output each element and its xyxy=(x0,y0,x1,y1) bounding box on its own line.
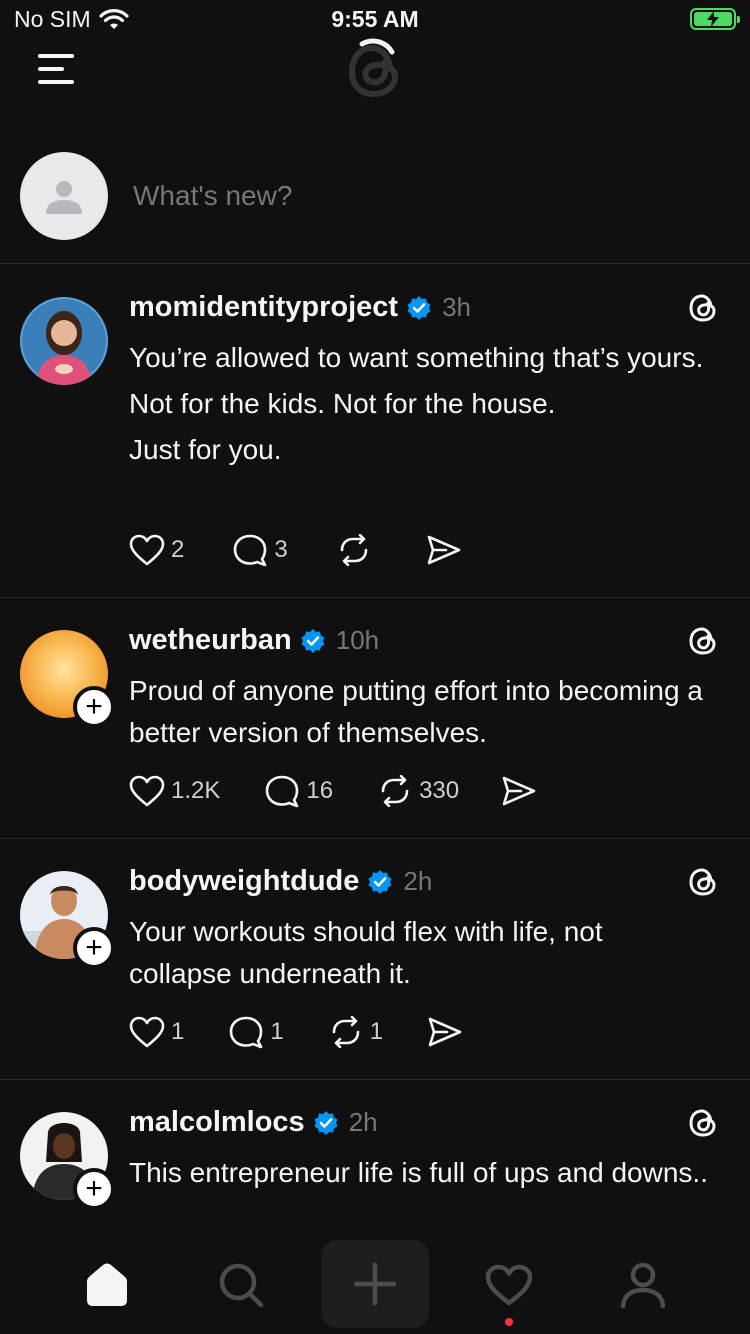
reply-count: 3 xyxy=(274,536,288,563)
like-button[interactable]: 2 xyxy=(129,534,184,566)
post-time: 2h xyxy=(348,1107,378,1137)
menu-button[interactable] xyxy=(38,52,74,86)
follow-button[interactable]: + xyxy=(73,1168,115,1210)
post-body: Your workouts should flex with life, not… xyxy=(129,911,709,999)
share-button[interactable] xyxy=(426,534,462,566)
post-item[interactable]: + wetheurban 10h Proud of anyone putting… xyxy=(0,598,750,839)
post-username[interactable]: malcolmlocs xyxy=(129,1106,305,1139)
post-text-line: Just for you. xyxy=(129,434,282,465)
repost-icon xyxy=(340,534,368,566)
search-icon xyxy=(219,1263,264,1308)
top-nav xyxy=(0,38,750,110)
verified-badge-icon xyxy=(407,295,431,320)
send-icon xyxy=(427,535,461,565)
share-button[interactable] xyxy=(501,775,537,807)
like-count: 1.2K xyxy=(171,777,221,804)
comment-icon xyxy=(234,534,267,567)
heart-icon xyxy=(129,1016,165,1048)
profile-icon xyxy=(620,1262,666,1309)
post-text-line: Proud of anyone putting effort into beco… xyxy=(129,675,703,748)
repost-button[interactable]: 330 xyxy=(377,775,459,807)
comment-icon xyxy=(230,1016,263,1049)
post-header: malcolmlocs 2h xyxy=(129,1106,378,1139)
verified-badge-icon xyxy=(301,628,325,653)
like-count: 1 xyxy=(171,1018,185,1045)
threads-icon[interactable] xyxy=(686,291,720,325)
repost-button[interactable]: 1 xyxy=(328,1016,383,1048)
heart-icon xyxy=(129,775,165,807)
post-time: 3h xyxy=(442,292,472,322)
post-text-line: Your workouts should flex with life, not… xyxy=(129,916,603,989)
like-button[interactable]: 1 xyxy=(129,1016,184,1048)
battery-icon xyxy=(690,8,740,30)
home-icon xyxy=(87,1263,127,1306)
post-body: Proud of anyone putting effort into beco… xyxy=(129,670,709,758)
repost-icon xyxy=(381,775,409,807)
plus-icon xyxy=(354,1263,396,1305)
post-header: bodyweightdude 2h xyxy=(129,865,432,898)
reply-button[interactable]: 1 xyxy=(228,1015,284,1049)
post-username[interactable]: bodyweightdude xyxy=(129,865,359,898)
like-button[interactable]: 1.2K xyxy=(129,775,220,807)
composer-placeholder[interactable]: What's new? xyxy=(133,180,292,212)
tab-profile[interactable] xyxy=(588,1240,698,1330)
post-body: This entrepreneur life is full of ups an… xyxy=(129,1152,709,1198)
share-button[interactable] xyxy=(427,1016,463,1048)
tab-create[interactable] xyxy=(321,1240,429,1328)
notification-dot xyxy=(505,1318,513,1326)
follow-button[interactable]: + xyxy=(73,686,115,728)
like-count: 2 xyxy=(171,536,185,563)
user-placeholder-icon xyxy=(46,181,82,214)
reply-count: 1 xyxy=(270,1018,284,1045)
post-text-line: You’re allowed to want something that’s … xyxy=(129,342,704,373)
reply-button[interactable]: 3 xyxy=(232,533,288,567)
tab-home[interactable] xyxy=(52,1240,162,1330)
status-time: 9:55 AM xyxy=(331,6,419,32)
post-actions: 1.2K 16 330 xyxy=(129,774,537,808)
post-actions: 1 1 1 xyxy=(129,1015,463,1049)
verified-badge-icon xyxy=(368,869,392,894)
composer[interactable]: What's new? xyxy=(0,150,750,264)
post-item[interactable]: + malcolmlocs 2h This entrepreneur life … xyxy=(0,1080,750,1240)
tab-activity[interactable] xyxy=(454,1240,564,1330)
reply-button[interactable]: 16 xyxy=(264,774,333,808)
threads-icon[interactable] xyxy=(686,865,720,899)
avatar[interactable] xyxy=(20,152,108,240)
post-item[interactable]: + bodyweightdude 2h Your workouts should… xyxy=(0,839,750,1080)
post-username[interactable]: wetheurban xyxy=(129,624,292,657)
send-icon xyxy=(502,776,536,806)
send-icon xyxy=(428,1017,462,1047)
repost-count: 1 xyxy=(369,1018,384,1045)
post-body: You’re allowed to want something that’s … xyxy=(129,337,709,475)
post-time: 2h xyxy=(403,866,433,896)
follow-button[interactable]: + xyxy=(73,927,115,969)
tab-bar xyxy=(0,1240,750,1334)
repost-count: 330 xyxy=(419,777,460,804)
post-time: 10h xyxy=(335,625,380,655)
post-text-line: Not for the kids. Not for the house. xyxy=(129,388,556,419)
heart-icon xyxy=(485,1264,533,1306)
repost-button[interactable] xyxy=(336,534,378,566)
post-actions: 2 3 xyxy=(129,533,462,567)
avatar[interactable] xyxy=(20,297,108,385)
threads-logo[interactable] xyxy=(340,34,410,104)
comment-icon xyxy=(266,775,299,808)
post-item[interactable]: momidentityproject 3h You’re allowed to … xyxy=(0,265,750,598)
post-username[interactable]: momidentityproject xyxy=(129,291,398,324)
post-header: wetheurban 10h xyxy=(129,624,379,657)
tab-search[interactable] xyxy=(186,1240,296,1330)
post-text-line: This entrepreneur life is full of ups an… xyxy=(129,1157,708,1188)
repost-icon xyxy=(332,1016,360,1048)
verified-badge-icon xyxy=(314,1110,338,1135)
post-header: momidentityproject 3h xyxy=(129,291,471,324)
threads-icon[interactable] xyxy=(686,624,720,658)
reply-count: 16 xyxy=(306,777,334,804)
threads-icon[interactable] xyxy=(686,1106,720,1140)
heart-icon xyxy=(129,534,165,566)
